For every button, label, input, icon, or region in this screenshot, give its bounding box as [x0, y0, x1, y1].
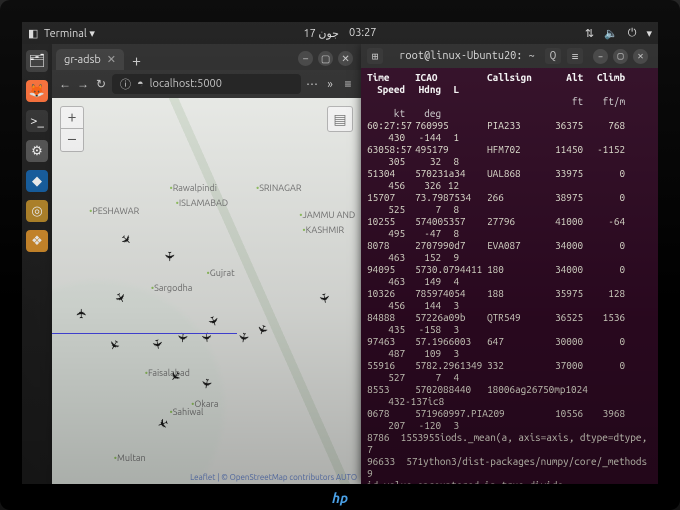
table-row: 63058:57495179HFM70211450-1152305328	[367, 144, 652, 168]
terminal-output[interactable]: TimeICAOCallsignAltClimbSpeedHdngLftft/m…	[361, 68, 658, 484]
table-row: TimeICAOCallsignAltClimbSpeedHdngL	[367, 72, 652, 96]
city-label: •Multan	[114, 453, 146, 463]
city-label: •Sargodha	[151, 283, 192, 293]
browser-tab[interactable]: gr-adsb ✕	[56, 49, 124, 70]
aircraft-icon[interactable]: ✈	[75, 308, 90, 319]
nav-back-icon[interactable]: ←	[58, 77, 72, 91]
city-label: •JAMMU AND	[299, 210, 355, 220]
topbar-date[interactable]: جون 17	[303, 27, 339, 40]
volume-icon[interactable]: 🔈	[604, 27, 618, 40]
table-row: ftft/mktdeg	[367, 96, 652, 120]
table-row: 559165782.296134933237000052774	[367, 360, 652, 384]
dock-item-app-c[interactable]: ❖	[26, 230, 48, 252]
window-minimize-button[interactable]: –	[593, 49, 608, 64]
terminal-titlebar: ⊞ root@linux-Ubuntu20: ~ Q ≡ – ▢ ✕	[361, 44, 658, 68]
gnome-topbar: ◧ Terminal ▾ جون 17 03:27 ⇅ 🔈 ⏻ ▾	[22, 22, 658, 44]
url-text: localhost:5000	[150, 78, 222, 90]
aircraft-icon[interactable]: ✈	[235, 330, 252, 343]
browser-toolbar: ← → ↻ ⓘ ◓ localhost:5000 ⋯ » ≡	[52, 70, 361, 98]
network-icon[interactable]: ⇅	[585, 27, 594, 40]
dock-item-app-a[interactable]: ◆	[26, 170, 48, 192]
reader-mode-icon[interactable]: ⋯	[305, 77, 319, 91]
tab-title: gr-adsb	[64, 54, 101, 66]
city-label: •Okara	[191, 399, 218, 409]
terminal-line: 8786 1553955iods._mean(a, axis=axis, dty…	[367, 432, 652, 456]
map-attribution: Leaflet | © OpenStreetMap contributors A…	[190, 473, 357, 482]
dock-item-firefox[interactable]: 🦊	[26, 80, 48, 102]
terminal-title: root@linux-Ubuntu20: ~	[389, 50, 545, 62]
table-row: 8488857226a09bQTR549365251536435-1583	[367, 312, 652, 336]
dock-item-settings[interactable]: ⚙	[26, 140, 48, 162]
window-maximize-button[interactable]: ▢	[318, 51, 333, 66]
zoom-control: + –	[60, 106, 84, 152]
table-row: 102555740053572779641000-64495-478	[367, 216, 652, 240]
table-row: 51304570231a34UAL86833975045632612	[367, 168, 652, 192]
aircraft-track	[52, 333, 237, 334]
activities-icon[interactable]: ◧	[28, 27, 40, 39]
table-row: 1570773.798753426638975052578	[367, 192, 652, 216]
map-tiles	[52, 98, 361, 484]
zoom-out-button[interactable]: –	[61, 129, 83, 151]
window-minimize-button[interactable]: –	[298, 51, 313, 66]
terminal-search-icon[interactable]: Q	[545, 48, 561, 64]
window-maximize-button[interactable]: ▢	[613, 49, 628, 64]
aircraft-icon[interactable]: ✈	[197, 377, 214, 390]
table-row: 940955730.07944111803400004631494	[367, 264, 652, 288]
active-app-label[interactable]: Terminal ▾	[44, 27, 95, 40]
address-bar[interactable]: ⓘ ◓ localhost:5000	[112, 74, 301, 94]
city-label: •ISLAMABAD	[176, 198, 229, 208]
nav-reload-icon[interactable]: ↻	[94, 77, 108, 91]
hamburger-menu-icon[interactable]: ≡	[341, 77, 355, 91]
terminal-menu-icon[interactable]: ≡	[567, 48, 583, 64]
table-row: 8553570208844018006ag26750mp1024432-137i…	[367, 384, 652, 408]
dock-item-terminal[interactable]: >_	[26, 110, 48, 132]
dock: 🗂 🦊 >_ ⚙ ◆ ◎ ❖	[22, 44, 52, 484]
nav-forward-icon[interactable]: →	[76, 77, 90, 91]
topbar-time[interactable]: 03:27	[349, 27, 377, 40]
table-row: 80782707990d7EVA0873400004631529	[367, 240, 652, 264]
map-viewport[interactable]: + – ▤ •PESHAWAR •Rawalpindi •ISLAMABAD •SRI…	[52, 98, 361, 484]
overflow-menu-icon[interactable]: »	[323, 78, 337, 91]
dock-item-app-b[interactable]: ◎	[26, 200, 48, 222]
terminal-line: id value encountered in true_divide	[367, 480, 652, 484]
terminal-window: ⊞ root@linux-Ubuntu20: ~ Q ≡ – ▢ ✕ TimeI…	[361, 44, 658, 484]
terminal-line: 96633 571ython3/dist-packages/numpy/core…	[367, 456, 652, 480]
table-row: 0678571960997.PIA209105563968207-1203	[367, 408, 652, 432]
monitor-logo: hp	[332, 490, 348, 506]
window-close-button[interactable]: ✕	[633, 49, 648, 64]
table-row: 10326785974054188359751284561443	[367, 288, 652, 312]
tab-close-icon[interactable]: ✕	[107, 53, 116, 66]
power-icon[interactable]: ⏻	[628, 27, 637, 40]
table-row: 9746357.19660036473000004871093	[367, 336, 652, 360]
city-label: •Rawalpindi	[169, 183, 216, 193]
table-row: 60:27:57760995PIA23336375768430-1441	[367, 120, 652, 144]
city-label: •Gujrat	[207, 268, 235, 278]
dock-item-files[interactable]: 🗂	[26, 50, 48, 72]
new-tab-button[interactable]: +	[124, 52, 149, 70]
zoom-in-button[interactable]: +	[61, 107, 83, 129]
city-label: •SRINAGAR	[256, 183, 302, 193]
browser-tabbar: gr-adsb ✕ + – ▢ ✕	[52, 44, 361, 70]
shield-icon[interactable]: ◓	[137, 78, 144, 90]
aircraft-icon[interactable]: ✈	[161, 251, 176, 262]
site-info-icon[interactable]: ⓘ	[120, 76, 131, 92]
city-label: •KASHMIR	[302, 225, 344, 235]
browser-window: gr-adsb ✕ + – ▢ ✕ ← → ↻ ⓘ ◓ localhost:50…	[52, 44, 361, 484]
city-label: •PESHAWAR	[89, 206, 139, 216]
terminal-tab-icon[interactable]: ⊞	[367, 48, 383, 64]
system-menu-caret-icon[interactable]: ▾	[646, 27, 652, 40]
layers-button[interactable]: ▤	[327, 106, 353, 132]
window-close-button[interactable]: ✕	[338, 51, 353, 66]
